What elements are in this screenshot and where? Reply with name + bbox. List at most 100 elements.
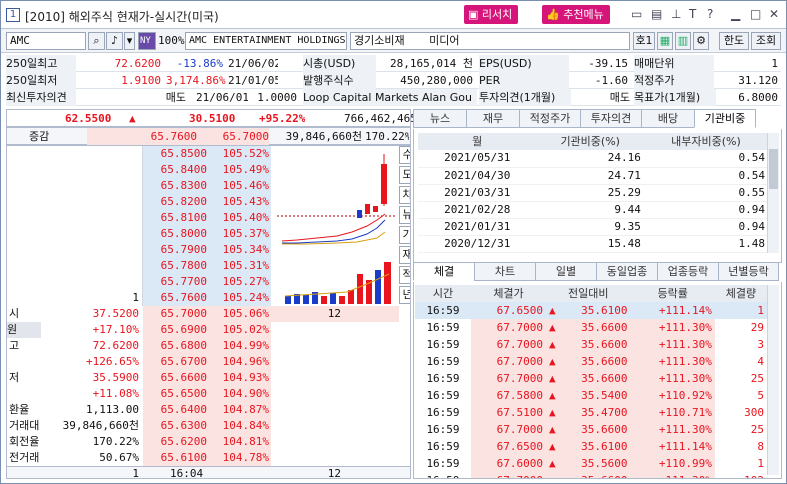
code-input[interactable]: AMC	[6, 32, 86, 50]
scrollbar[interactable]	[767, 133, 779, 253]
ask-price[interactable]: 65.7600	[143, 290, 207, 306]
ask-price[interactable]: 65.8300	[143, 178, 207, 194]
up-arrow-icon: ▲	[129, 112, 136, 125]
bid-price[interactable]: 65.6600	[143, 370, 207, 386]
gear-icon[interactable]: ⚙	[693, 32, 709, 50]
trade-row[interactable]: 16:59 67.6500 ▲ 35.6100 +111.14% 8	[415, 438, 767, 455]
dropdown-icon[interactable]: ▾	[124, 32, 135, 50]
ask-qty-area	[7, 146, 143, 306]
side-tab[interactable]: 도	[399, 166, 410, 184]
trade-row[interactable]: 16:59 67.6500 ▲ 35.6100 +111.14% 1	[415, 302, 767, 319]
bid-price[interactable]: 65.7000	[143, 306, 207, 322]
inst-row[interactable]: 2020/12/31 15.48 1.48	[418, 235, 768, 253]
trade-row[interactable]: 16:5967.7000▲ 35.6600+111.30%102	[415, 472, 767, 478]
font-icon[interactable]: T	[689, 7, 696, 21]
inst-cell: 0.94	[643, 201, 768, 219]
ask-rate: 105.49%	[222, 163, 269, 176]
ask-price[interactable]: 65.8400	[143, 162, 207, 178]
minimize-icon[interactable]: ▁	[731, 7, 740, 21]
tab-top[interactable]: 재무	[466, 109, 520, 128]
trade-row[interactable]: 16:59 67.7000 ▲ 35.6600 +111.30% 4	[415, 353, 767, 370]
price-change: 30.5100	[189, 112, 236, 125]
trade-row[interactable]: 16:59 67.6000 ▲ 35.5600 +110.99% 1	[415, 455, 767, 472]
pin-icon[interactable]: ⊥	[671, 7, 681, 21]
side-tab[interactable]: 뉴	[399, 206, 410, 224]
tab-bottom[interactable]: 년별등락	[718, 262, 779, 281]
trade-change: 35.6600	[581, 320, 628, 334]
tab-top[interactable]: 기관비중	[694, 109, 756, 128]
trade-row[interactable]: 16:59 67.7000 ▲ 35.6600 +111.30% 25	[415, 421, 767, 438]
inst-row[interactable]: 2021/03/31 25.29 0.55	[418, 184, 768, 202]
bid-price[interactable]: 65.6700	[143, 354, 207, 370]
trades-header: 시간	[415, 285, 472, 302]
limit-button[interactable]: 한도	[719, 32, 749, 50]
stat-label: 회전율	[9, 435, 40, 448]
tab-bottom[interactable]: 차트	[474, 262, 536, 281]
search-icon[interactable]: ⌕	[88, 32, 105, 50]
bid-price[interactable]: 65.6300	[143, 418, 207, 434]
inst-row[interactable]: 2021/02/28 9.44 0.94	[418, 201, 768, 219]
list-icon[interactable]: ▥	[675, 32, 691, 50]
scroll-thumb[interactable]	[769, 149, 778, 189]
ask-price[interactable]: 65.8500	[143, 146, 207, 162]
speaker-icon[interactable]: ♪	[106, 32, 123, 50]
tab-bottom[interactable]: 일별	[535, 262, 597, 281]
side-tab[interactable]: 년	[399, 286, 410, 304]
trade-row[interactable]: 16:59 67.5100 ▲ 35.4700 +110.71% 300	[415, 404, 767, 421]
sector-box: 경기소비재 미디어	[350, 32, 630, 50]
trade-change: 35.6100	[581, 303, 628, 317]
side-tab[interactable]: 적	[399, 266, 410, 284]
trade-row[interactable]: 16:59 67.5800 ▲ 35.5400 +110.92% 5	[415, 387, 767, 404]
bid-price[interactable]: 65.6500	[143, 386, 207, 402]
grid-icon[interactable]: ▦	[657, 32, 673, 50]
ask-price[interactable]: 65.7800	[143, 258, 207, 274]
side-tab[interactable]: 차	[399, 186, 410, 204]
ask-price[interactable]: 65.8200	[143, 194, 207, 210]
ask-rate: 105.52%	[222, 147, 269, 160]
inst-row[interactable]: 2021/04/30 24.71 0.54	[418, 167, 768, 185]
info-e: 시총(USD)	[303, 55, 376, 72]
maximize-icon[interactable]: □	[750, 7, 761, 21]
side-tab[interactable]: 수	[399, 146, 410, 164]
bid-price[interactable]: 65.6200	[143, 434, 207, 450]
side-tab[interactable]: 재	[399, 246, 410, 264]
close-icon[interactable]: ✕	[769, 7, 779, 21]
tab-top[interactable]: 투자의견	[580, 109, 642, 128]
trade-row[interactable]: 16:59 67.7000 ▲ 35.6600 +111.30% 29	[415, 319, 767, 336]
up-arrow-icon: ▲	[548, 388, 556, 402]
tab-bottom[interactable]: 동일업종	[596, 262, 658, 281]
recommend-menu-button[interactable]: 👍 추천메뉴	[542, 5, 610, 24]
tab-top[interactable]: 적정주가	[519, 109, 581, 128]
bid-price[interactable]: 65.6400	[143, 402, 207, 418]
help-icon[interactable]: ?	[707, 7, 713, 21]
bid-price[interactable]: 65.6900	[143, 322, 207, 338]
ask-price[interactable]: 65.8100	[143, 210, 207, 226]
copy-icon[interactable]: ▤	[651, 7, 662, 21]
research-button[interactable]: ▣ 리서치	[464, 5, 519, 24]
trades-header: 등락률	[630, 285, 715, 302]
inst-row[interactable]: 2021/01/31 9.35 0.94	[418, 218, 768, 236]
inst-row[interactable]: 2021/05/31 24.16 0.54	[418, 150, 768, 168]
tab-top[interactable]: 뉴스	[413, 109, 467, 128]
stat-value: 35.5900	[92, 371, 139, 384]
ask-price[interactable]: 65.7900	[143, 242, 207, 258]
bid-qty: 12	[327, 307, 341, 320]
ask-rate: 105.37%	[222, 227, 269, 240]
trades-scrollbar[interactable]	[767, 285, 779, 475]
query-button[interactable]: 조회	[751, 32, 781, 50]
bid-price[interactable]: 65.6800	[143, 338, 207, 354]
side-tab[interactable]: 기	[399, 226, 410, 244]
sector: 경기소비재	[354, 34, 405, 47]
ask-price[interactable]: 65.8000	[143, 226, 207, 242]
hoga-button[interactable]: 호1	[633, 32, 655, 50]
trade-price: 67.7000	[471, 421, 546, 438]
bid-price[interactable]: 65.6100	[143, 450, 207, 466]
trade-change: 35.6600	[581, 422, 628, 436]
layout-icon[interactable]: ▭	[631, 7, 642, 21]
tab-bottom[interactable]: 체결	[413, 262, 475, 281]
ask-price[interactable]: 65.7700	[143, 274, 207, 290]
trade-row[interactable]: 16:59 67.7000 ▲ 35.6600 +111.30% 3	[415, 336, 767, 353]
tab-bottom[interactable]: 업종등락	[657, 262, 719, 281]
trade-row[interactable]: 16:59 67.7000 ▲ 35.6600 +111.30% 25	[415, 370, 767, 387]
tab-top[interactable]: 배당	[641, 109, 695, 128]
